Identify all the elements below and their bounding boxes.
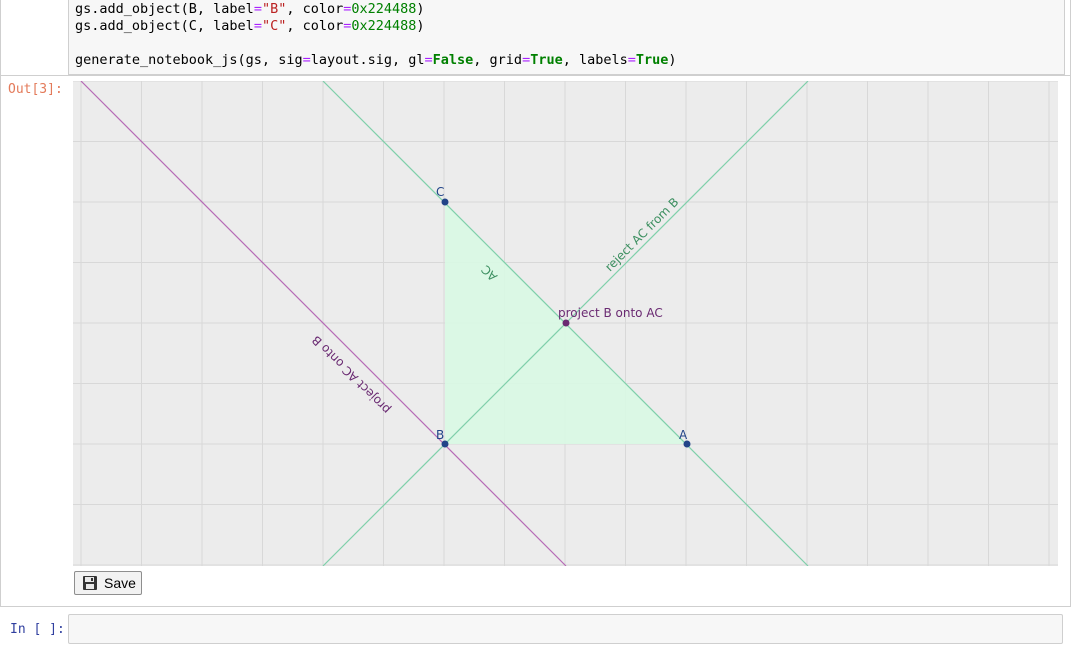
geometry-svg[interactable]: C B A project B onto AC AC reject AC fro… bbox=[73, 81, 1058, 566]
input-prompt: In [ ]: bbox=[10, 622, 65, 637]
point-projection[interactable] bbox=[562, 319, 570, 327]
code-line-3: generate_notebook_js(gs, sig=layout.sig,… bbox=[75, 52, 677, 68]
label-a: A bbox=[679, 428, 688, 442]
code-line-1: gs.add_object(B, label="B", color=0x2244… bbox=[75, 1, 425, 17]
label-c: C bbox=[436, 185, 444, 199]
save-label: Save bbox=[104, 575, 136, 591]
geometry-canvas[interactable]: C B A project B onto AC AC reject AC fro… bbox=[73, 81, 1058, 566]
label-b: B bbox=[436, 428, 444, 442]
code-cell: gs.add_object(B, label="B", color=0x2244… bbox=[0, 0, 1071, 76]
save-button[interactable]: Save bbox=[74, 571, 142, 595]
empty-code-input[interactable] bbox=[68, 614, 1063, 644]
label-project-b-onto-ac: project B onto AC bbox=[558, 306, 663, 320]
code-line-2: gs.add_object(C, label="C", color=0x2244… bbox=[75, 18, 425, 34]
output-prompt: Out[3]: bbox=[8, 82, 63, 97]
code-editor[interactable]: gs.add_object(B, label="B", color=0x2244… bbox=[68, 0, 1065, 75]
floppy-disk-icon bbox=[82, 575, 98, 591]
point-c[interactable] bbox=[441, 198, 449, 206]
